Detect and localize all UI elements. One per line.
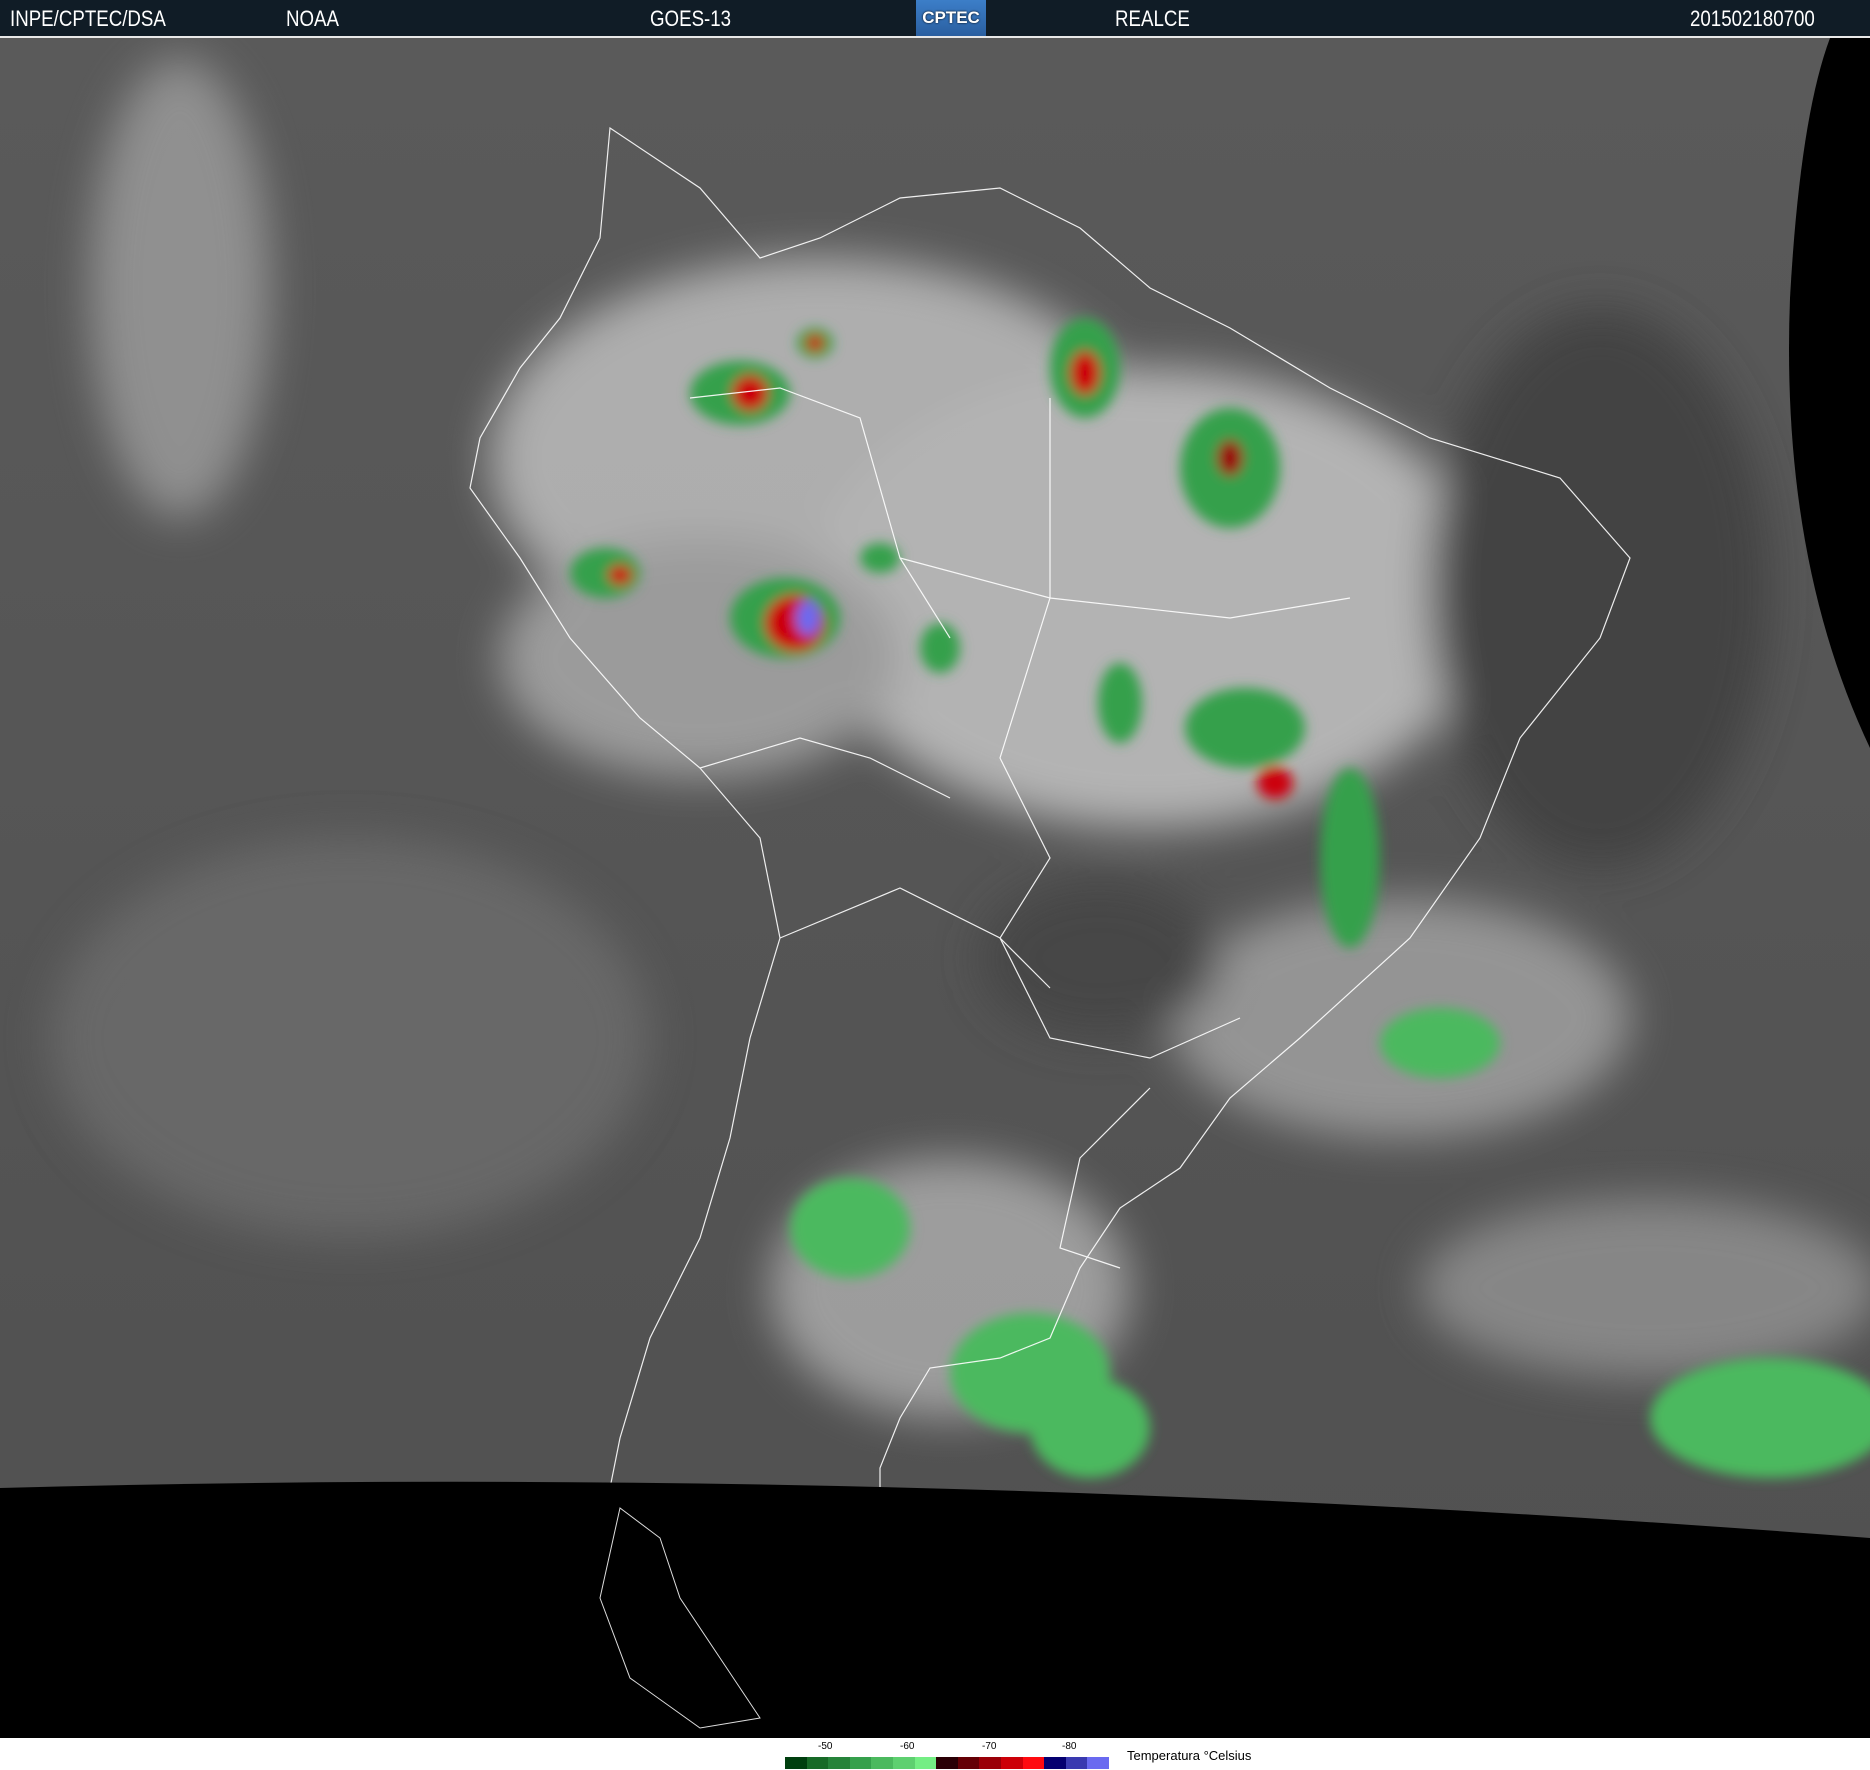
legend-tick: -50 <box>818 1741 833 1752</box>
source-label: NOAA <box>286 6 340 31</box>
legend-tick: -80 <box>1062 1741 1077 1752</box>
legend-tick: -70 <box>982 1741 997 1752</box>
legend-color-swatch <box>1022 1757 1045 1769</box>
legend-color-swatch <box>914 1757 937 1769</box>
no-data-region <box>0 1481 1870 1738</box>
agency-label: INPE/CPTEC/DSA <box>10 6 166 31</box>
legend-color-swatch <box>957 1757 980 1769</box>
header-bar: INPE/CPTEC/DSA NOAA GOES-13 CPTEC REALCE… <box>0 0 1870 38</box>
legend-color-swatch <box>979 1757 1002 1769</box>
legend-color-swatch <box>1044 1757 1067 1769</box>
satellite-label: GOES-13 <box>650 6 732 31</box>
product-label: REALCE <box>1115 6 1190 31</box>
temperature-legend: -50 -60 -70 -80 Temperatura °Celsius <box>0 1738 1870 1770</box>
logo-text: CPTEC <box>922 8 980 27</box>
legend-color-swatch <box>849 1757 872 1769</box>
legend-color-swatch <box>828 1757 851 1769</box>
timestamp-label: 201502180700 <box>1690 6 1815 31</box>
legend-color-swatch <box>806 1757 829 1769</box>
legend-color-swatch <box>1087 1757 1110 1769</box>
legend-title: Temperatura °Celsius <box>1127 1748 1252 1763</box>
cptec-logo: CPTEC <box>916 0 986 36</box>
satellite-image <box>0 38 1870 1738</box>
legend-color-swatch <box>893 1757 915 1769</box>
legend-color-swatch <box>871 1757 894 1769</box>
legend-tick: -60 <box>900 1741 915 1752</box>
legend-color-swatch <box>785 1757 807 1769</box>
legend-color-swatch <box>936 1757 959 1769</box>
legend-color-swatch <box>1065 1757 1088 1769</box>
legend-color-swatch <box>1001 1757 1023 1769</box>
